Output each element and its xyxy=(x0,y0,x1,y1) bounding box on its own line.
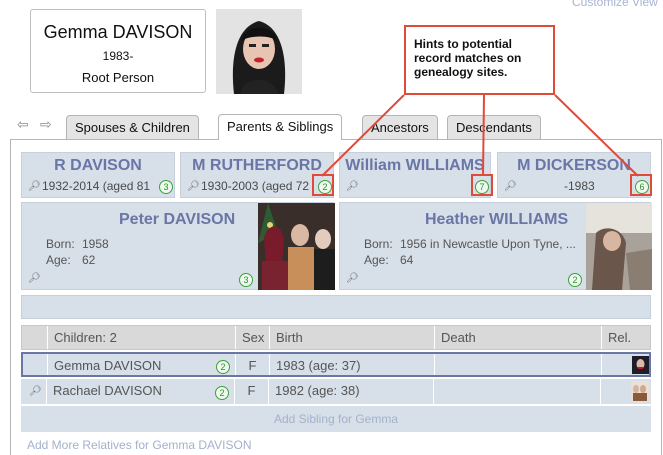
hint-badge[interactable]: 3 xyxy=(159,180,173,194)
child-name[interactable]: Rachael DAVISON xyxy=(46,379,234,404)
hint-badge[interactable]: 3 xyxy=(239,273,253,287)
child-sex: F xyxy=(235,354,269,375)
grandparent-dates: 1932-2014 (aged 81 xyxy=(42,179,151,193)
hint-highlight-box xyxy=(471,174,493,196)
table-row[interactable]: Gemma DAVISON 2 F 1983 (age: 37) xyxy=(21,352,651,377)
child-rel-photo[interactable] xyxy=(600,379,651,404)
root-person-years: 1983- xyxy=(102,49,134,63)
hint-badge[interactable]: 2 xyxy=(215,386,229,400)
grandparent-card[interactable]: William WILLIAMS 🔎︎ 7 xyxy=(339,152,491,198)
hint-badge[interactable]: 2 xyxy=(568,273,582,287)
child-rel-photo[interactable] xyxy=(601,354,649,375)
add-sibling-link[interactable]: Add Sibling for Gemma xyxy=(21,406,651,432)
parent-born-row: Born: 1958 xyxy=(46,237,109,251)
tab-spouses-children[interactable]: Spouses & Children xyxy=(66,115,199,139)
root-person-label: Root Person xyxy=(81,70,155,85)
root-person-name: Gemma DAVISON xyxy=(43,22,193,42)
born-value: 1958 xyxy=(82,237,109,251)
parent-photo[interactable] xyxy=(586,203,652,290)
born-label: Born: xyxy=(46,237,75,251)
header-birth[interactable]: Birth xyxy=(269,326,434,349)
header-rel[interactable]: Rel. xyxy=(601,326,652,349)
grandparent-card[interactable]: M RUTHERFORD 🔎︎ 1930-2003 (aged 72 2 xyxy=(180,152,334,198)
parent-name: Peter DAVISON xyxy=(119,211,236,228)
parent-age-row: Age: 62 xyxy=(46,253,95,267)
search-icon[interactable]: 🔎︎ xyxy=(346,181,359,192)
child-birth: 1982 (age: 38) xyxy=(268,379,433,404)
child-name[interactable]: Gemma DAVISON xyxy=(47,354,235,375)
root-person-photo[interactable] xyxy=(216,9,302,94)
back-arrow-icon[interactable]: ⇦ xyxy=(17,116,29,133)
forward-arrow-icon[interactable]: ⇨ xyxy=(40,116,52,133)
add-more-relatives-link[interactable]: Add More Relatives for Gemma DAVISON xyxy=(27,438,252,452)
grandparent-name: R DAVISON xyxy=(54,157,142,174)
age-value: 62 xyxy=(82,253,96,267)
search-icon[interactable]: 🔎︎ xyxy=(29,386,42,397)
header-blank xyxy=(22,326,47,349)
hint-highlight-box xyxy=(312,174,334,196)
root-person-card[interactable]: Gemma DAVISON 1983- Root Person xyxy=(30,9,206,93)
children-table-header: Children: 2 Sex Birth Death Rel. xyxy=(21,325,651,350)
age-label: Age: xyxy=(46,253,71,267)
grandparent-name: M RUTHERFORD xyxy=(192,157,322,174)
search-icon[interactable]: 🔎︎ xyxy=(187,181,200,192)
father-card[interactable]: Peter DAVISON Born: 1958 Age: 62 🔎︎ 3 xyxy=(21,202,335,290)
search-icon[interactable]: 🔎︎ xyxy=(346,273,359,284)
table-row[interactable]: 🔎︎ Rachael DAVISON 2 F 1982 (age: 38) xyxy=(21,379,651,404)
siblings-bar xyxy=(21,295,651,319)
tab-descendants[interactable]: Descendants xyxy=(447,115,541,139)
age-value: 64 xyxy=(400,253,414,267)
parent-photo[interactable] xyxy=(258,203,335,290)
born-value: 1956 in Newcastle Upon Tyne, ... xyxy=(400,237,576,251)
born-label: Born: xyxy=(364,237,393,251)
hint-highlight-box xyxy=(630,174,652,196)
search-icon[interactable]: 🔎︎ xyxy=(504,181,517,192)
age-label: Age: xyxy=(364,253,389,267)
search-icon[interactable]: 🔎︎ xyxy=(28,181,41,192)
grandparent-dates: 1930-2003 (aged 72 xyxy=(201,179,310,193)
grandparent-name: William WILLIAMS xyxy=(345,157,485,174)
grandparent-card[interactable]: R DAVISON 🔎︎ 1932-2014 (aged 81 3 xyxy=(21,152,175,198)
customize-view-link[interactable]: Customize View xyxy=(572,0,658,9)
parent-age-row: Age: 64 xyxy=(364,253,413,267)
child-sex: F xyxy=(234,379,268,404)
tab-parents-siblings[interactable]: Parents & Siblings xyxy=(218,114,343,140)
header-death[interactable]: Death xyxy=(434,326,601,349)
parent-born-row: Born: 1956 in Newcastle Upon Tyne, ... xyxy=(364,237,576,251)
child-birth: 1983 (age: 37) xyxy=(269,354,434,375)
grandparent-dates: -1983 xyxy=(564,179,595,193)
row-icon-cell xyxy=(23,354,47,375)
child-death xyxy=(433,379,600,404)
child-death xyxy=(434,354,601,375)
parent-name: Heather WILLIAMS xyxy=(425,211,569,228)
grandparent-name: M DICKERSON xyxy=(517,157,631,174)
hints-callout: Hints to potential record matches on gen… xyxy=(404,25,555,95)
grandparent-card[interactable]: M DICKERSON 🔎︎ -1983 6 xyxy=(497,152,651,198)
mother-card[interactable]: Heather WILLIAMS Born: 1956 in Newcastle … xyxy=(339,202,652,290)
tab-ancestors[interactable]: Ancestors xyxy=(362,115,438,139)
search-icon[interactable]: 🔎︎ xyxy=(28,273,41,284)
header-sex[interactable]: Sex xyxy=(235,326,269,349)
hint-badge[interactable]: 2 xyxy=(216,360,230,374)
header-children[interactable]: Children: 2 xyxy=(47,326,235,349)
